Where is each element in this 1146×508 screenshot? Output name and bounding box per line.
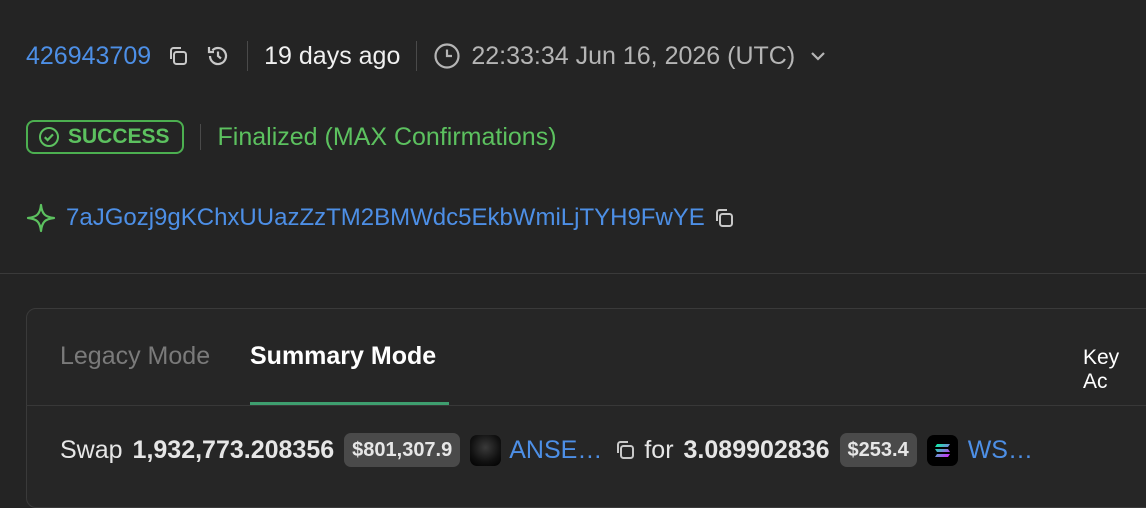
copy-icon[interactable] [167, 45, 189, 67]
token-out-link[interactable]: WS… [968, 436, 1033, 465]
solana-logo-icon [926, 434, 958, 466]
check-circle-icon [38, 126, 60, 148]
slot-link[interactable]: 426943709 [26, 42, 151, 71]
token-logo [470, 434, 502, 466]
divider [247, 41, 249, 71]
signer-row: 7aJGozj9gKChxUUazZzTM2BMWdc5EkbWmiLjTYH9… [26, 200, 735, 236]
tab-summary-mode[interactable]: Summary Mode [250, 342, 436, 371]
swap-amount-in: 1,932,773.208356 [132, 435, 335, 464]
copy-icon[interactable] [614, 439, 636, 461]
tab-divider [26, 405, 1146, 406]
section-divider [0, 273, 1146, 274]
clock-icon [433, 42, 461, 70]
timestamp-text: 22:33:34 Jun 16, 2026 (UTC) [471, 41, 796, 70]
usd-value-badge: $801,307.9 [344, 433, 461, 467]
chevron-down-icon[interactable] [809, 47, 827, 65]
tab-legacy-mode[interactable]: Legacy Mode [60, 342, 210, 371]
swap-label: Swap [60, 435, 123, 464]
tab-key-accounts[interactable]: Key Ac [1083, 346, 1146, 394]
sparkle-icon [26, 203, 56, 233]
status-badge-label: SUCCESS [68, 125, 170, 148]
signer-address-link[interactable]: 7aJGozj9gKChxUUazZzTM2BMWdc5EkbWmiLjTYH9… [66, 204, 705, 232]
divider [199, 124, 201, 150]
finality-text: Finalized (MAX Confirmations) [217, 122, 557, 151]
history-icon[interactable] [205, 43, 231, 69]
swap-connector: for [644, 435, 674, 464]
details-panel [26, 308, 1146, 508]
age-text: 19 days ago [264, 41, 401, 70]
swap-amount-out: 3.089902836 [683, 435, 830, 464]
header-row: 426943709 19 days ago 22:33:34 Jun 16, 2… [26, 38, 827, 74]
divider [416, 41, 418, 71]
status-row: SUCCESS Finalized (MAX Confirmations) [26, 119, 557, 155]
status-badge: SUCCESS [26, 120, 184, 154]
token-in-link[interactable]: ANSE… [509, 436, 602, 465]
usd-value-badge: $253.4 [839, 433, 917, 467]
swap-summary-row: Swap 1,932,773.208356 $801,307.9 ANSE… f… [60, 432, 1033, 468]
copy-icon[interactable] [713, 207, 735, 229]
